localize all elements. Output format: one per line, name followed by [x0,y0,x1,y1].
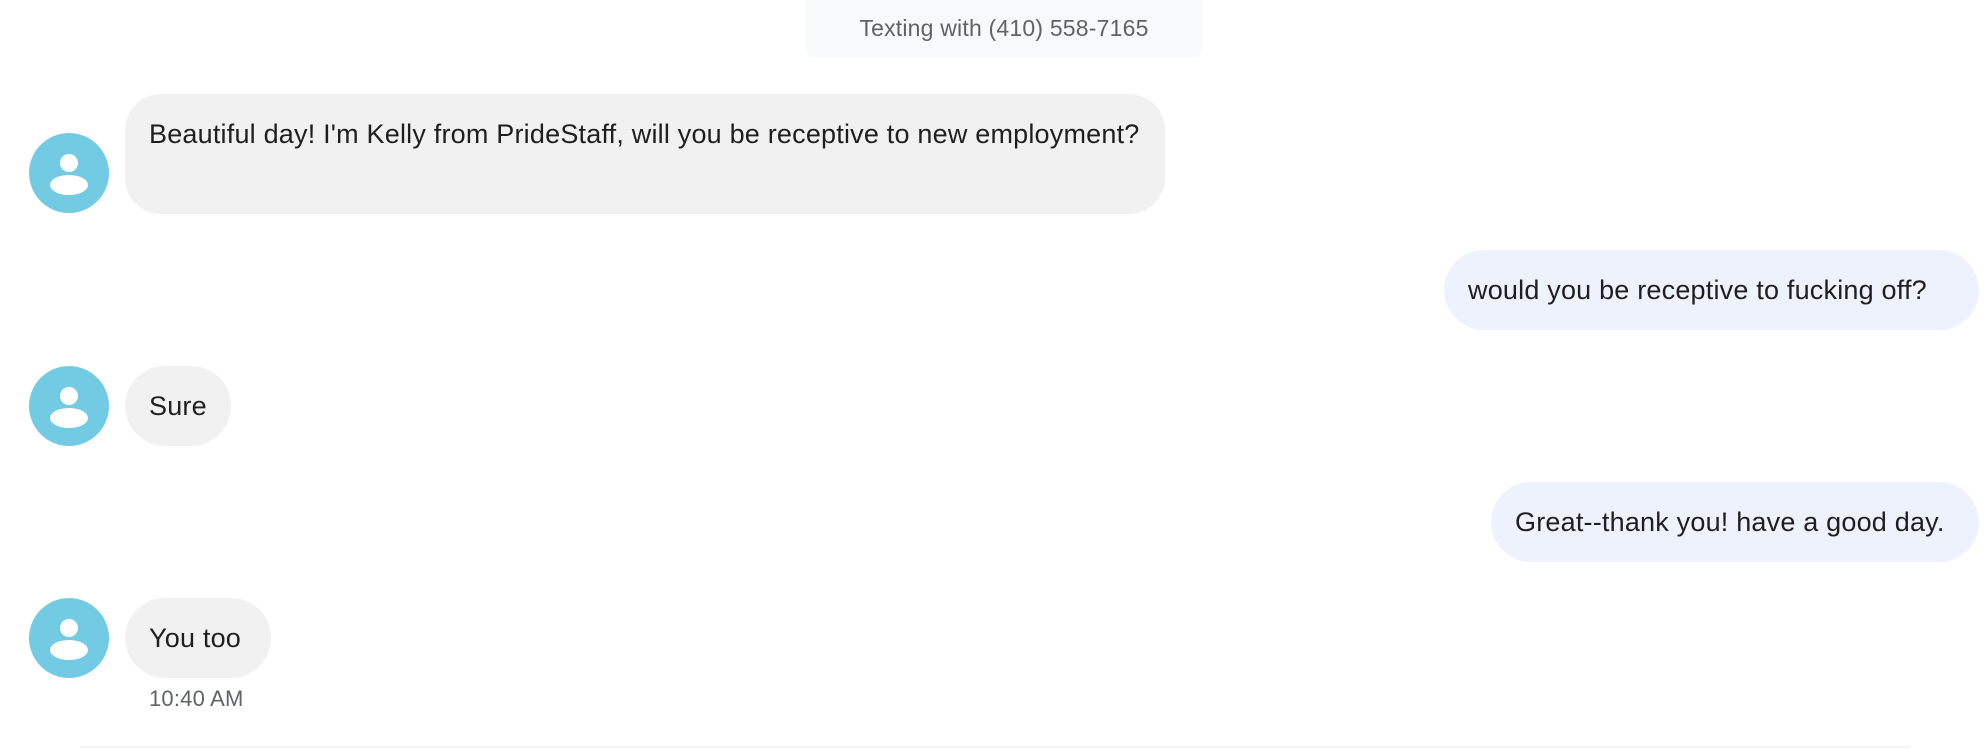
incoming-message-bubble[interactable]: Sure [125,366,231,446]
divider [80,746,1910,748]
outgoing-message-bubble[interactable]: would you be receptive to fucking off? [1444,250,1979,330]
contact-avatar[interactable] [29,598,109,678]
person-icon [50,387,88,428]
message-text: Sure [149,391,207,421]
message-timestamp: 10:40 AM [149,686,244,711]
conversation-header-label: Texting with (410) 558-7165 [859,15,1149,41]
contact-avatar[interactable] [29,366,109,446]
person-icon [50,154,88,195]
message-text: Great--thank you! have a good day. [1515,507,1945,537]
outgoing-message-bubble[interactable]: Great--thank you! have a good day. [1491,482,1979,562]
message-text: would you be receptive to fucking off? [1468,275,1927,305]
message-text: You too [149,623,241,653]
incoming-message-bubble[interactable]: You too [125,598,271,678]
person-icon [50,619,88,660]
incoming-message-bubble[interactable]: Beautiful day! I'm Kelly from PrideStaff… [125,94,1165,214]
conversation-header: Texting with (410) 558-7165 [806,0,1202,57]
message-text: Beautiful day! I'm Kelly from PrideStaff… [149,119,1140,149]
contact-avatar[interactable] [29,133,109,213]
